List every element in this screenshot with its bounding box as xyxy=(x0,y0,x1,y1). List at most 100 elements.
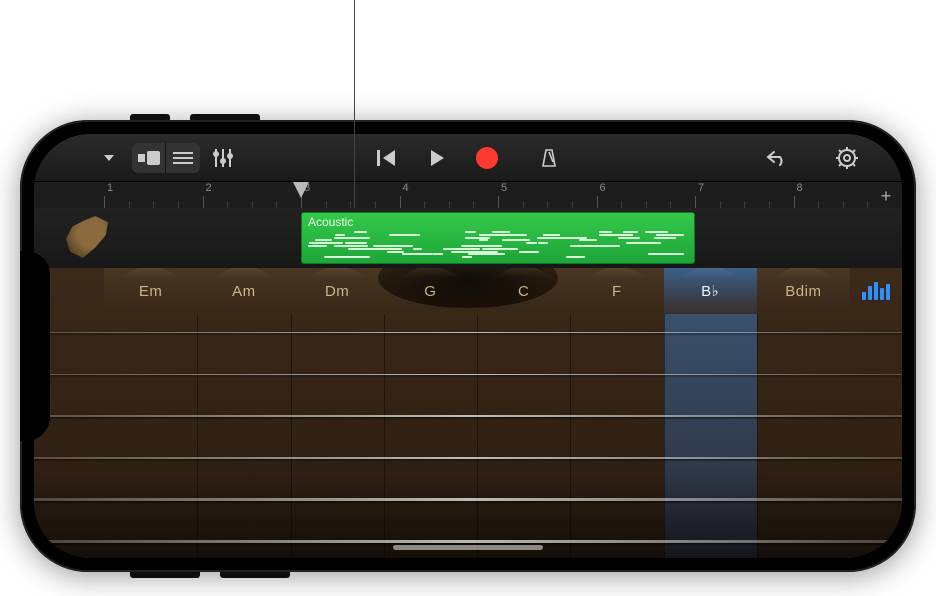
midi-note xyxy=(465,231,475,233)
go-to-beginning-button[interactable] xyxy=(372,143,402,173)
control-bar xyxy=(34,134,902,182)
chord-strip-bflat[interactable]: B♭ xyxy=(664,268,757,314)
track-lane: Acoustic xyxy=(34,208,902,268)
ruler-subtick xyxy=(621,201,622,208)
region-label: Acoustic xyxy=(308,215,353,229)
fret-separator xyxy=(664,314,665,558)
ruler-bar-number: 6 xyxy=(600,182,606,194)
midi-region[interactable]: Acoustic xyxy=(301,212,695,264)
ruler-bar-number: 4 xyxy=(403,182,409,194)
midi-note xyxy=(481,237,490,239)
midi-note xyxy=(443,248,456,250)
midi-note xyxy=(461,245,480,247)
midi-note xyxy=(519,251,539,253)
device-frame: 12345678 + Acoustic EmAmDmGCFB♭Bdim xyxy=(20,120,916,572)
undo-button[interactable] xyxy=(762,143,792,173)
track-controls-button[interactable] xyxy=(208,143,238,173)
ruler-bar-number: 5 xyxy=(501,182,507,194)
play-button[interactable] xyxy=(422,143,452,173)
fret-separator xyxy=(291,314,292,558)
midi-note xyxy=(526,242,536,244)
timeline-ruler[interactable]: 12345678 xyxy=(34,182,902,208)
guitar-string-5[interactable] xyxy=(34,498,902,501)
ruler-subtick xyxy=(818,201,819,208)
ruler-subtick xyxy=(867,201,868,208)
chord-strip-g[interactable]: G xyxy=(384,268,477,314)
ruler-subtick xyxy=(153,201,154,208)
guitar-string-1[interactable] xyxy=(34,332,902,333)
midi-note xyxy=(545,237,558,239)
ruler-subtick xyxy=(744,201,745,208)
ruler-subtick xyxy=(178,201,179,208)
midi-note xyxy=(654,237,675,239)
guitar-string-6[interactable] xyxy=(34,540,902,543)
guitar-string-2[interactable] xyxy=(34,374,902,375)
midi-note xyxy=(468,253,505,255)
fx-button[interactable] xyxy=(166,143,200,173)
ruler-subtick xyxy=(424,201,425,208)
midi-note xyxy=(618,237,640,239)
midi-note xyxy=(335,234,345,236)
midi-note xyxy=(567,256,585,258)
chord-strip-f[interactable]: F xyxy=(570,268,663,314)
midi-note xyxy=(387,251,404,253)
ruler-subtick xyxy=(350,201,351,208)
ruler-subtick xyxy=(720,201,721,208)
fret-separator xyxy=(197,314,198,558)
guitar-string-3[interactable] xyxy=(34,415,902,417)
settings-button[interactable] xyxy=(832,143,862,173)
midi-note xyxy=(354,231,367,233)
midi-note xyxy=(645,231,668,233)
ruler-subtick xyxy=(843,201,844,208)
midi-note xyxy=(623,231,639,233)
metronome-button[interactable] xyxy=(534,143,564,173)
midi-note xyxy=(479,239,489,241)
add-bars-button[interactable]: + xyxy=(876,186,896,206)
track-header[interactable] xyxy=(64,214,110,260)
ruler-subtick xyxy=(670,201,671,208)
midi-note xyxy=(482,248,518,250)
midi-note xyxy=(543,234,559,236)
fret-separator xyxy=(477,314,478,558)
midi-note xyxy=(402,253,433,255)
device-side-button xyxy=(130,572,200,578)
ruler-subtick xyxy=(252,201,253,208)
midi-note xyxy=(345,242,367,244)
chord-strip-am[interactable]: Am xyxy=(197,268,290,314)
midi-note xyxy=(335,245,343,247)
guitar-string-4[interactable] xyxy=(34,457,902,459)
ruler-subtick xyxy=(227,201,228,208)
record-button[interactable] xyxy=(472,143,502,173)
device-notch xyxy=(20,251,50,441)
midi-note xyxy=(559,237,586,239)
chord-strip-row: EmAmDmGCFB♭Bdim xyxy=(34,268,902,314)
app-screen: 12345678 + Acoustic EmAmDmGCFB♭Bdim xyxy=(34,134,902,558)
chord-strip-bdim[interactable]: Bdim xyxy=(757,268,850,314)
ruler-subtick xyxy=(769,201,770,208)
ruler-subtick xyxy=(326,201,327,208)
autoplay-icon xyxy=(862,282,890,300)
midi-note xyxy=(390,234,421,236)
smart-guitar-instrument: EmAmDmGCFB♭Bdim xyxy=(34,268,902,558)
ruler-subtick xyxy=(473,201,474,208)
midi-note xyxy=(348,248,383,250)
chord-strip-em[interactable]: Em xyxy=(104,268,197,314)
autoplay-button[interactable] xyxy=(850,268,902,314)
midi-note xyxy=(315,239,333,241)
midi-note xyxy=(433,253,443,255)
ruler-bar-number: 7 xyxy=(698,182,704,194)
home-indicator[interactable] xyxy=(393,545,543,550)
view-toggle-button[interactable] xyxy=(132,143,166,173)
midi-note xyxy=(334,237,370,239)
midi-note xyxy=(656,253,683,255)
midi-note xyxy=(463,251,498,253)
chord-strip-dm[interactable]: Dm xyxy=(291,268,384,314)
ruler-subtick xyxy=(547,201,548,208)
chord-strip-c[interactable]: C xyxy=(477,268,570,314)
ruler-subtick xyxy=(449,201,450,208)
midi-note xyxy=(656,234,684,236)
acoustic-guitar-icon xyxy=(66,216,108,258)
ruler-subtick xyxy=(375,201,376,208)
browser-button[interactable] xyxy=(94,143,124,173)
midi-note xyxy=(499,234,517,236)
